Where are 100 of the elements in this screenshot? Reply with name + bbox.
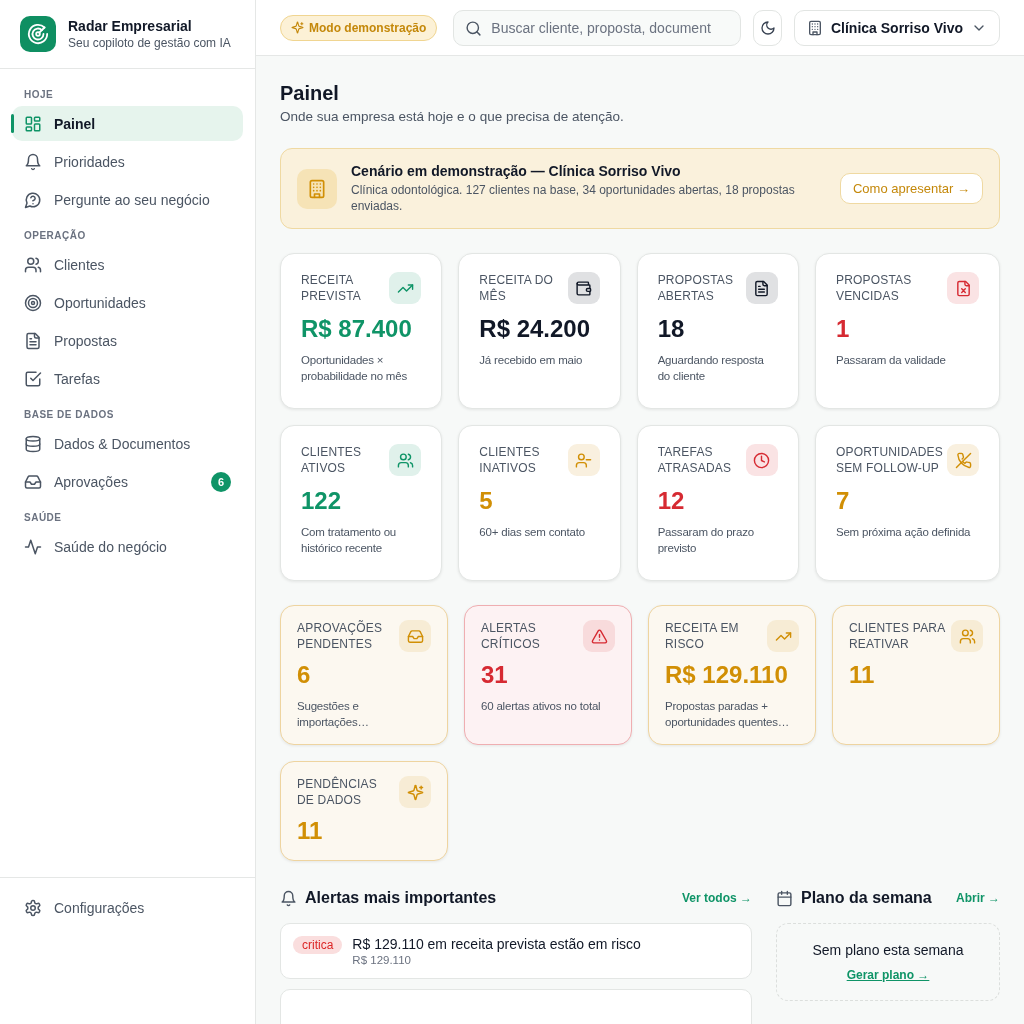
pulse-icon [24, 537, 42, 556]
metric-label: RECEITA DO MÊS [479, 272, 555, 305]
metric-label: APROVAÇÕES PENDENTES [297, 620, 384, 653]
metric-value: R$ 87.400 [301, 314, 412, 345]
metric-label: CLIENTES PARA REATIVAR [849, 620, 946, 653]
metric-note: Oportunidades × probabilidade no mês [301, 353, 408, 385]
metric-label: ALERTAS CRÍTICOS [481, 620, 541, 653]
sidebar-item[interactable]: Saúde do negócio [12, 529, 243, 564]
target-icon [24, 293, 42, 312]
metric-value: 1 [835, 314, 850, 345]
document-icon-glyph [753, 279, 771, 297]
sidebar-item[interactable]: Tarefas [12, 361, 243, 396]
warning-triangle-icon-glyph [590, 627, 608, 645]
metric-value: 11 [849, 660, 875, 691]
search-field[interactable]: Buscar cliente, proposta, document [453, 9, 742, 46]
sidebar-item[interactable]: Configurações [12, 890, 243, 925]
alert-title: R$ 129.110 em receita prevista estão em risco [352, 936, 641, 953]
metric-label: PENDÊNCIAS DE DADOS [297, 776, 379, 809]
sidebar-item[interactable]: Pergunte ao seu negócio [12, 182, 243, 217]
inbox-icon [24, 472, 42, 491]
bell-icon [280, 889, 297, 907]
bell-icon [24, 152, 42, 171]
alert-card[interactable]: critica R$ 129.110 em receita prevista estão em risco R$ 129.110 [280, 923, 752, 980]
database-icon [24, 434, 42, 453]
metric-label: TAREFAS ATRASADAS [657, 444, 733, 477]
checkbox-icon [24, 369, 42, 388]
metric-label: PROPOSTAS VENCIDAS [835, 272, 913, 305]
section-title: Alertas mais importantes [305, 889, 498, 908]
metric-value: 5 [479, 486, 493, 517]
users-icon-glyph [396, 451, 414, 469]
building-icon [807, 19, 823, 36]
clock-icon-glyph [753, 451, 771, 469]
metric-label: OPORTUNIDADES SEM FOLLOW-UP [835, 444, 943, 477]
metric-note: Com tratamento ou histórico recente [301, 525, 398, 557]
theme-toggle-button[interactable] [753, 9, 782, 46]
metric-value: 11 [297, 816, 323, 847]
metric-note: 60 alertas ativos no total [481, 699, 602, 715]
open-link[interactable]: Abrir → [956, 891, 1000, 906]
metric-note: Passaram do prazo previsto [657, 525, 755, 557]
sidebar-item[interactable]: Clientes [12, 247, 243, 282]
demo-mode-badge: Modo demonstração [280, 14, 438, 41]
metric-note: Sugestões e importações… [297, 699, 370, 731]
severity-tag: critica [293, 936, 343, 955]
metric-label: CLIENTES ATIVOS [301, 444, 363, 477]
metric-note: Passaram da validade [835, 353, 947, 369]
sidebar-item[interactable]: Aprovações 6 [12, 464, 243, 499]
wallet-icon-glyph [575, 279, 593, 297]
alert-detail: R$ 129.110 [352, 954, 412, 967]
section-label: SAÚDE [23, 510, 63, 525]
metric-label: PROPOSTAS ABERTAS [657, 272, 735, 305]
metric-label: RECEITA EM RISCO [665, 620, 740, 653]
metric-value: 12 [657, 486, 685, 517]
user-minus-icon-glyph [575, 451, 593, 469]
metric-note: Aguardando resposta do cliente [657, 353, 765, 385]
radar-logo-icon [20, 16, 56, 52]
page-subtitle: Onde sua empresa está hoje e o que precisa de atenção. [280, 109, 624, 124]
calendar-icon [776, 889, 793, 907]
section-label: HOJE [23, 88, 55, 102]
sidebar-item[interactable]: Prioridades [12, 144, 243, 179]
metric-label: RECEITA PREVISTA [301, 272, 363, 305]
page-title: Painel [280, 82, 339, 105]
view-all-link[interactable]: Ver todos → [682, 891, 752, 906]
app-tagline: Seu copiloto de gestão com IA [68, 36, 231, 50]
sparkle-icon [291, 21, 304, 34]
sidebar-item[interactable]: Propostas [12, 323, 243, 358]
section-label: OPERAÇÃO [23, 228, 87, 243]
sidebar-item[interactable]: Dados & Documentos [12, 426, 243, 461]
sidebar-item[interactable]: Oportunidades [12, 285, 243, 320]
metric-note: 60+ dias sem contato [479, 525, 586, 541]
metric-note: Propostas paradas + oportunidades quentes… [665, 699, 791, 731]
metric-value: 31 [481, 660, 508, 691]
metric-value: 7 [835, 486, 850, 517]
users-icon-glyph [958, 627, 976, 645]
users-icon [24, 255, 42, 274]
sidebar-item[interactable]: Painel [12, 106, 243, 141]
metric-value: 6 [297, 660, 311, 691]
app-name: Radar Empresarial [68, 18, 193, 34]
empty-state-text: Sem plano esta semana [812, 942, 964, 959]
count-badge: 6 [211, 471, 231, 492]
company-selector[interactable]: Clínica Sorriso Vivo [794, 9, 1000, 46]
sparkle-icon-glyph [406, 783, 424, 801]
metric-value: R$ 129.110 [665, 660, 788, 691]
metric-value: 18 [657, 314, 685, 345]
inbox-icon-glyph [406, 627, 424, 645]
generate-plan-link[interactable]: Gerar plano → [846, 968, 930, 983]
metric-note: Sem próxima ação definida [835, 525, 972, 541]
metric-value: R$ 24.200 [479, 314, 591, 345]
banner-description: Clínica odontológica. 127 clientes na base, 34 oportunidades abertas, 18 propostas enviadas. [351, 182, 796, 215]
grid-icon [24, 114, 42, 133]
moon-icon [759, 19, 776, 36]
phone-off-icon-glyph [954, 451, 972, 469]
settings-icon [24, 898, 42, 917]
question-bubble-icon [24, 190, 42, 209]
metric-label: CLIENTES INATIVOS [479, 444, 541, 477]
banner-title: Cenário em demonstração — Clínica Sorriso Vivo [351, 163, 682, 179]
building-glyph-icon [307, 178, 327, 199]
section-title: Plano da semana [801, 889, 933, 908]
metric-note: Já recebido em maio [479, 353, 584, 369]
document-icon [24, 331, 42, 350]
section-label: BASE DE DADOS [23, 408, 115, 422]
